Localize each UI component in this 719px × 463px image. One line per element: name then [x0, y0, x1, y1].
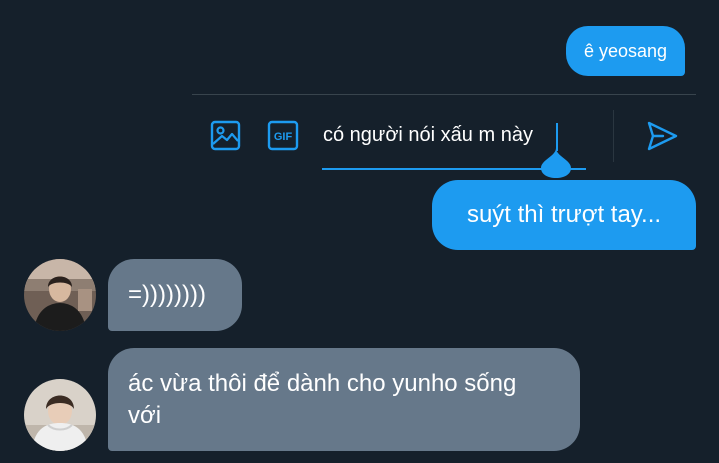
avatar[interactable] [24, 379, 96, 451]
message-text: =)))))))) [128, 281, 206, 308]
caret-handle[interactable] [541, 148, 571, 178]
composer-divider [192, 94, 696, 95]
send-icon[interactable] [646, 121, 678, 151]
message-bubble-sent[interactable]: ê yeosang [566, 26, 685, 76]
message-bubble-sent[interactable]: suýt thì trượt tay... [432, 180, 696, 250]
message-bubble-received[interactable]: =)))))))) [108, 259, 242, 331]
image-icon[interactable] [210, 120, 241, 151]
message-bubble-received[interactable]: ác vừa thôi để dành cho yunho sống với [108, 348, 580, 451]
message-input[interactable]: có người nói xấu m này [323, 124, 533, 147]
gif-icon-label: GIF [274, 131, 293, 143]
text-caret [556, 123, 558, 151]
message-text: ê yeosang [583, 41, 668, 61]
gif-icon[interactable]: GIF [267, 120, 299, 151]
message-text: suýt thì trượt tay... [466, 201, 662, 228]
message-text: ác vừa thôi để dành cho yunho sống với [128, 370, 517, 429]
composer-divider-vertical [613, 110, 614, 162]
input-underline [322, 168, 586, 170]
avatar[interactable] [24, 259, 96, 331]
